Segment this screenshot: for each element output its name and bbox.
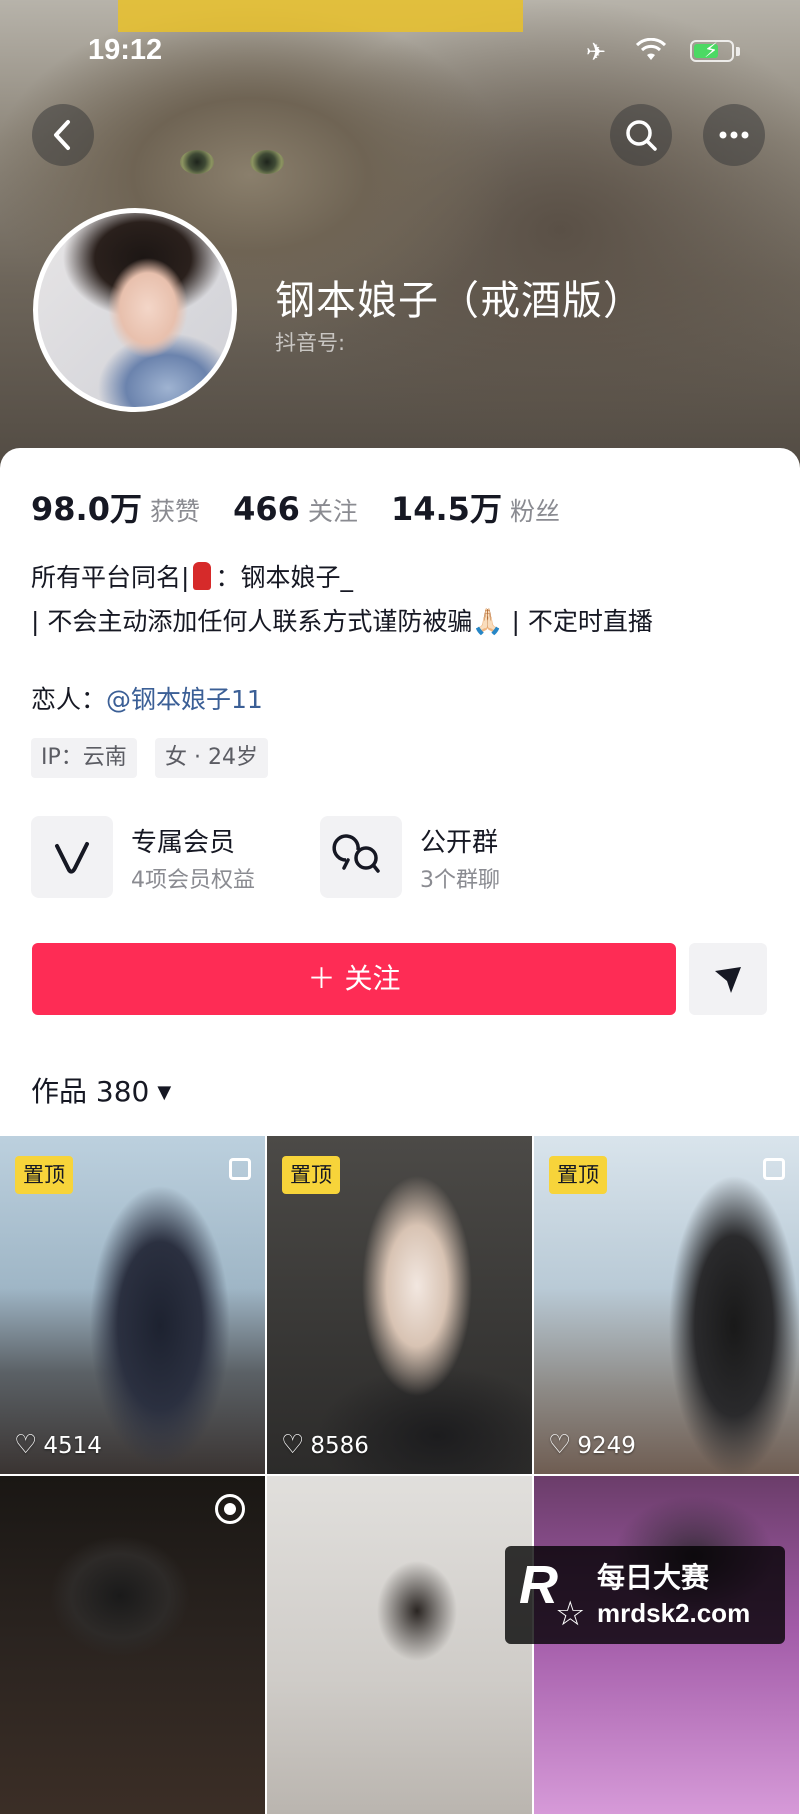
member-feature[interactable]: 专属会员 4项会员权益 <box>31 816 291 900</box>
works-tab[interactable]: 作品 380 ▼ <box>31 1070 171 1110</box>
more-dots-icon <box>719 131 749 139</box>
lover-row: 恋人：@钢本娘子11 <box>31 680 263 716</box>
wifi-icon <box>635 37 667 68</box>
pinned-badge: 置顶 <box>15 1156 73 1194</box>
work-likes-count: 9249 <box>577 1433 636 1459</box>
heart-icon: ♡ <box>14 1430 38 1460</box>
lover-label: 恋人： <box>31 685 107 714</box>
pinned-badge: 置顶 <box>282 1156 340 1194</box>
send-icon <box>715 967 741 993</box>
work-item[interactable]: 置顶 ♡ 9249 <box>534 1136 799 1474</box>
airplane-icon: ✈ <box>586 38 607 66</box>
work-item[interactable] <box>267 1476 532 1814</box>
douyin-id-label: 抖音号: <box>275 331 346 355</box>
v-member-icon <box>31 816 113 898</box>
chevron-left-icon <box>54 120 70 150</box>
bio-line1-a: 所有平台同名| <box>31 563 190 592</box>
star-icon: ☆ <box>555 1594 586 1634</box>
stat-following-count: 466 <box>233 490 300 528</box>
bio-line1-b: ：钢本娘子_ <box>215 563 353 592</box>
group-chat-title: 公开群 <box>420 828 499 858</box>
search-icon <box>626 120 657 151</box>
profile-stats: 98.0万 获赞 466 关注 14.5万 粉丝 <box>31 484 588 528</box>
watermark-logo-icon: R <box>519 1555 558 1615</box>
heart-icon: ♡ <box>281 1430 305 1460</box>
works-tab-label: 作品 380 <box>31 1075 150 1108</box>
ip-location-tag: IP：云南 <box>31 738 137 778</box>
group-chat-feature[interactable]: 公开群 3个群聊 <box>320 816 560 900</box>
share-button[interactable] <box>689 943 767 1015</box>
battery-tip <box>736 47 740 56</box>
work-likes: ♡ 8586 <box>281 1430 369 1460</box>
work-item[interactable]: 置顶 ♡ 8586 <box>267 1136 532 1474</box>
multi-image-icon <box>763 1158 785 1180</box>
battery-icon: ⚡ <box>690 38 734 62</box>
site-watermark: R ☆ 每日大赛 mrdsk2.com <box>505 1546 785 1644</box>
lover-mention-link[interactable]: @钢本娘子11 <box>106 685 263 714</box>
work-likes: ♡ 9249 <box>548 1430 636 1460</box>
watermark-title: 每日大赛 <box>597 1561 710 1594</box>
work-item[interactable] <box>0 1476 265 1814</box>
group-chat-subtitle: 3个群聊 <box>420 868 500 893</box>
stat-followers[interactable]: 14.5万 粉丝 <box>391 484 560 530</box>
back-button[interactable] <box>32 104 94 166</box>
stat-likes[interactable]: 98.0万 获赞 <box>31 484 200 530</box>
stat-followers-label: 粉丝 <box>509 497 560 526</box>
scarf-emoji-icon <box>193 562 212 590</box>
avatar[interactable] <box>33 208 237 412</box>
live-photo-icon <box>215 1494 245 1524</box>
profile-nickname: 钢本娘子（戒酒版） <box>275 278 644 324</box>
profile-panel: 98.0万 获赞 466 关注 14.5万 粉丝 所有平台同名| ：钢本娘子_ | 不会… <box>0 448 800 1814</box>
work-likes-count: 8586 <box>310 1433 369 1459</box>
member-title: 专属会员 <box>131 828 236 858</box>
more-button[interactable] <box>703 104 765 166</box>
gender-age-tag: 女 · 24岁 <box>155 738 268 778</box>
multi-image-icon <box>229 1158 251 1180</box>
heart-icon: ♡ <box>548 1430 572 1460</box>
work-item[interactable] <box>534 1476 799 1814</box>
member-subtitle: 4项会员权益 <box>131 868 255 893</box>
work-likes: ♡ 4514 <box>14 1430 102 1460</box>
group-chat-icon <box>320 816 402 898</box>
bio-line2: | 不会主动添加任何人联系方式谨防被骗🙏🏻 | 不定时直播 <box>31 607 653 636</box>
stat-likes-count: 98.0万 <box>31 490 142 528</box>
pinned-badge: 置顶 <box>549 1156 607 1194</box>
cover-banner-strip <box>118 0 523 32</box>
watermark-url: mrdsk2.com <box>597 1598 751 1628</box>
status-time: 19:12 <box>88 34 163 66</box>
follow-button[interactable]: ＋ 关注 <box>32 943 676 1015</box>
stat-followers-count: 14.5万 <box>390 490 502 528</box>
profile-cover: 19:12 ✈ ⚡ 钢本娘子（戒酒版） 抖音号: <box>0 0 800 470</box>
stat-following[interactable]: 466 关注 <box>233 490 358 528</box>
status-bar: 19:12 ✈ ⚡ <box>0 30 800 70</box>
work-item[interactable]: 置顶 ♡ 4514 <box>0 1136 265 1474</box>
caret-down-icon: ▼ <box>157 1082 172 1103</box>
cover-cat-eye-left <box>180 150 214 174</box>
stat-following-label: 关注 <box>307 497 358 526</box>
profile-bio: 所有平台同名| ：钢本娘子_ | 不会主动添加任何人联系方式谨防被骗🙏🏻 | 不定… <box>31 556 771 644</box>
cover-cat-eye-right <box>250 150 284 174</box>
stat-likes-label: 获赞 <box>149 497 200 526</box>
search-button[interactable] <box>610 104 672 166</box>
work-likes-count: 4514 <box>43 1433 102 1459</box>
